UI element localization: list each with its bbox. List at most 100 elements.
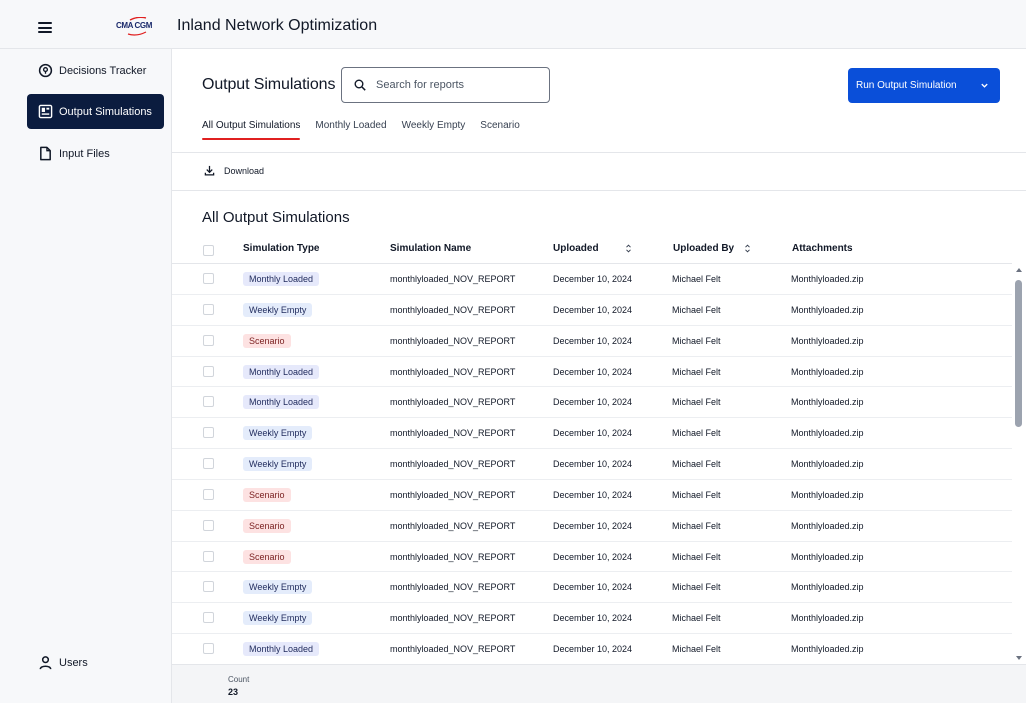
attachment-link[interactable]: Monthlyloaded.zip bbox=[791, 644, 864, 654]
attachment-link[interactable]: Monthlyloaded.zip bbox=[791, 490, 864, 500]
row-checkbox[interactable] bbox=[203, 458, 214, 470]
table-row[interactable]: Scenario monthlyloaded_NOV_REPORT December… bbox=[172, 542, 1012, 573]
row-checkbox[interactable] bbox=[203, 519, 214, 531]
attachment-link[interactable]: Monthlyloaded.zip bbox=[791, 428, 864, 438]
download-icon bbox=[204, 165, 215, 176]
table-row[interactable]: Monthly Loaded monthlyloaded_NOV_REPORT De… bbox=[172, 387, 1012, 419]
row-checkbox[interactable] bbox=[203, 550, 214, 562]
sidebar: Decisions Tracker Output Simulations Inp… bbox=[0, 49, 172, 703]
sort-icon[interactable] bbox=[625, 244, 632, 253]
column-header-uploaded-by[interactable]: Uploaded By bbox=[673, 243, 751, 254]
page-title: Output Simulations bbox=[202, 76, 336, 93]
table-row[interactable]: Scenario monthlyloaded_NOV_REPORT December… bbox=[172, 511, 1012, 542]
column-header-label: Simulation Type bbox=[243, 243, 320, 254]
uploaded-by: Michael Felt bbox=[672, 520, 721, 531]
tab-monthly-loaded[interactable]: Monthly Loaded bbox=[315, 120, 386, 142]
row-checkbox[interactable] bbox=[203, 273, 214, 284]
sidebar-item-output-simulations[interactable]: Output Simulations bbox=[27, 94, 164, 129]
search-box[interactable] bbox=[341, 67, 550, 103]
simulation-name: monthlyloaded_NOV_REPORT bbox=[390, 335, 516, 346]
table-row[interactable]: Weekly Empty monthlyloaded_NOV_REPORT Dece… bbox=[172, 449, 1012, 480]
row-checkbox[interactable] bbox=[203, 488, 214, 500]
main-content: Output Simulations Run Output Simulation… bbox=[172, 49, 1026, 703]
simulation-type-badge: Monthly Loaded bbox=[243, 272, 320, 286]
scroll-up-arrow-icon[interactable] bbox=[1016, 268, 1022, 272]
search-input[interactable] bbox=[376, 79, 536, 91]
row-checkbox[interactable] bbox=[203, 581, 214, 593]
select-all-checkbox[interactable] bbox=[203, 245, 214, 256]
sidebar-item-users[interactable]: Users bbox=[27, 645, 164, 680]
table-row[interactable]: Monthly Loaded monthlyloaded_NOV_REPORT De… bbox=[172, 634, 1012, 664]
uploaded-date: December 10, 2024 bbox=[553, 274, 633, 284]
attachment-link[interactable]: Monthlyloaded.zip bbox=[791, 274, 864, 284]
uploaded-date: December 10, 2024 bbox=[553, 613, 633, 624]
scrollbar-thumb[interactable] bbox=[1015, 280, 1022, 427]
sidebar-item-label: Output Simulations bbox=[59, 105, 152, 118]
tab-all-output-simulations[interactable]: All Output Simulations bbox=[202, 120, 301, 142]
count-value: 23 bbox=[228, 687, 239, 697]
column-header-uploaded[interactable]: Uploaded bbox=[553, 243, 632, 254]
simulation-type-badge: Weekly Empty bbox=[243, 457, 313, 472]
uploaded-date: December 10, 2024 bbox=[553, 366, 633, 377]
user-icon bbox=[39, 656, 52, 670]
table-scrollbar[interactable] bbox=[1012, 264, 1026, 664]
column-header-label: Uploaded bbox=[553, 243, 599, 254]
attachment-link[interactable]: Monthlyloaded.zip bbox=[791, 459, 864, 469]
download-button[interactable]: Download bbox=[204, 165, 264, 176]
row-checkbox[interactable] bbox=[203, 643, 214, 655]
attachment-link[interactable]: Monthlyloaded.zip bbox=[791, 613, 864, 623]
row-checkbox[interactable] bbox=[203, 396, 214, 408]
table-row[interactable]: Weekly Empty monthlyloaded_NOV_REPORT Dece… bbox=[172, 572, 1012, 604]
attachment-link[interactable]: Monthlyloaded.zip bbox=[791, 397, 864, 407]
attachment-link[interactable]: Monthlyloaded.zip bbox=[791, 336, 864, 346]
app-title: Inland Network Optimization bbox=[177, 17, 378, 34]
table-row[interactable]: Monthly Loaded monthlyloaded_NOV_REPORT De… bbox=[172, 357, 1012, 388]
simulation-name: monthlyloaded_NOV_REPORT bbox=[390, 397, 516, 408]
uploaded-by: Michael Felt bbox=[672, 582, 721, 593]
row-checkbox[interactable] bbox=[203, 365, 214, 377]
simulation-name: monthlyloaded_NOV_REPORT bbox=[390, 274, 516, 284]
sort-icon[interactable] bbox=[744, 244, 751, 253]
table-row[interactable]: Weekly Empty monthlyloaded_NOV_REPORT Dece… bbox=[172, 295, 1012, 326]
table-row[interactable]: Scenario monthlyloaded_NOV_REPORT December… bbox=[172, 326, 1012, 357]
attachment-link[interactable]: Monthlyloaded.zip bbox=[791, 367, 864, 377]
column-header-attachments[interactable]: Attachments bbox=[792, 243, 853, 254]
chevron-down-icon[interactable] bbox=[980, 81, 989, 90]
attachment-link[interactable]: Monthlyloaded.zip bbox=[791, 552, 864, 562]
simulation-name: monthlyloaded_NOV_REPORT bbox=[390, 644, 516, 655]
simulation-name: monthlyloaded_NOV_REPORT bbox=[390, 613, 516, 624]
uploaded-date: December 10, 2024 bbox=[553, 304, 633, 315]
tab-weekly-empty[interactable]: Weekly Empty bbox=[402, 120, 466, 142]
simulation-type-badge: Monthly Loaded bbox=[243, 395, 320, 410]
table-header: Simulation Type Simulation Name Uploaded… bbox=[172, 237, 1012, 264]
simulation-type-badge: Weekly Empty bbox=[243, 426, 313, 441]
uploaded-by: Michael Felt bbox=[672, 459, 721, 470]
column-header-label: Uploaded By bbox=[673, 243, 735, 254]
simulation-tabs: All Output Simulations Monthly Loaded We… bbox=[202, 120, 535, 142]
column-header-simulation-name[interactable]: Simulation Name bbox=[390, 243, 471, 254]
uploaded-by: Michael Felt bbox=[672, 274, 721, 284]
run-output-simulation-button[interactable]: Run Output Simulation bbox=[848, 68, 1000, 103]
tab-scenario[interactable]: Scenario bbox=[480, 120, 519, 142]
column-header-simulation-type[interactable]: Simulation Type bbox=[243, 243, 320, 254]
scroll-down-arrow-icon[interactable] bbox=[1016, 656, 1022, 660]
menu-icon[interactable] bbox=[38, 22, 52, 33]
row-checkbox[interactable] bbox=[203, 303, 214, 315]
table-row[interactable]: Scenario monthlyloaded_NOV_REPORT December… bbox=[172, 480, 1012, 511]
uploaded-date: December 10, 2024 bbox=[553, 582, 633, 593]
row-checkbox[interactable] bbox=[203, 427, 214, 439]
attachment-link[interactable]: Monthlyloaded.zip bbox=[791, 582, 864, 592]
divider bbox=[172, 190, 1026, 191]
attachment-link[interactable]: Monthlyloaded.zip bbox=[791, 305, 864, 315]
table-row[interactable]: Weekly Empty monthlyloaded_NOV_REPORT Dece… bbox=[172, 603, 1012, 635]
simulation-name: monthlyloaded_NOV_REPORT bbox=[390, 489, 516, 500]
table-row[interactable]: Weekly Empty monthlyloaded_NOV_REPORT Dece… bbox=[172, 418, 1012, 450]
sidebar-item-input-files[interactable]: Input Files bbox=[27, 136, 164, 171]
table-row[interactable]: Monthly Loaded monthlyloaded_NOV_REPORT De… bbox=[172, 264, 1012, 295]
row-checkbox[interactable] bbox=[203, 334, 214, 346]
location-pin-icon bbox=[38, 63, 53, 78]
row-checkbox[interactable] bbox=[203, 612, 214, 624]
sidebar-item-decisions-tracker[interactable]: Decisions Tracker bbox=[27, 53, 164, 88]
attachment-link[interactable]: Monthlyloaded.zip bbox=[791, 521, 864, 531]
table-body: Monthly Loaded monthlyloaded_NOV_REPORT De… bbox=[172, 264, 1012, 664]
